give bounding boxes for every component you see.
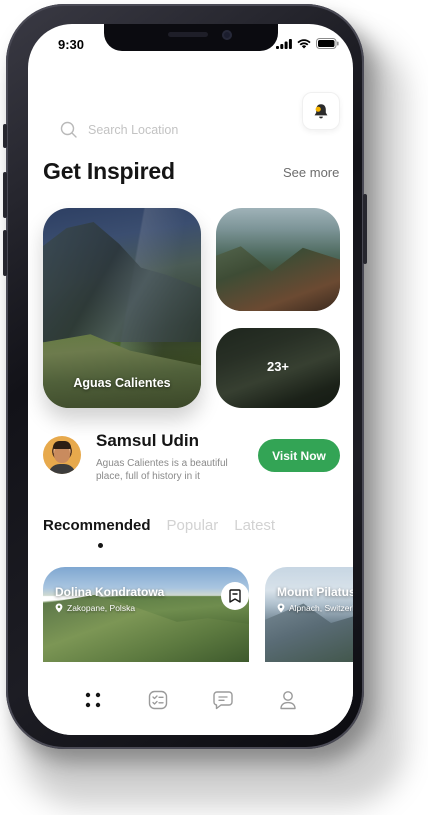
more-photos-count: 23+	[266, 359, 290, 374]
search-icon	[60, 121, 77, 138]
recommended-card[interactable]: Dolina Kondratowa Zakopane, Polska	[43, 567, 249, 662]
notch	[104, 24, 278, 51]
power-button	[363, 194, 367, 264]
bookmark-icon	[229, 589, 241, 603]
recommended-title: Mount Pilatus	[277, 585, 353, 599]
featured-destination-label: Aguas Calientes	[73, 376, 171, 390]
gallery-more-thumbnail[interactable]: 23+	[216, 328, 340, 408]
recommended-location-text: Zakopane, Polska	[67, 603, 136, 613]
recommended-location: Zakopane, Polska	[55, 603, 135, 613]
speaker-grille	[168, 32, 208, 37]
search-input[interactable]	[88, 123, 258, 137]
bell-icon	[314, 103, 328, 118]
featured-destination-card[interactable]: Aguas Calientes	[43, 208, 201, 408]
gallery-thumbnail-1[interactable]	[216, 208, 340, 311]
bookmark-button[interactable]	[221, 582, 249, 610]
volume-down-button	[3, 230, 7, 276]
recommended-location-text: Alpnach, Switzerland	[289, 603, 353, 613]
nav-home[interactable]	[80, 687, 106, 713]
avatar-shirt	[48, 464, 76, 474]
signal-icon	[276, 38, 292, 49]
phone-frame: 9:30 Search Location Get Inspired See mo…	[3, 4, 367, 749]
battery-icon	[316, 38, 339, 49]
recommended-card[interactable]: Mount Pilatus Alpnach, Switzerland	[265, 567, 353, 662]
mountain-image	[43, 222, 201, 342]
volume-up-button	[3, 172, 7, 218]
valley-image	[216, 246, 340, 311]
author-description: Aguas Calientes is a beautiful place, fu…	[96, 458, 228, 482]
nav-profile[interactable]	[275, 687, 301, 713]
status-icons	[276, 38, 339, 49]
tab-recommended[interactable]: Recommended	[43, 517, 151, 534]
wifi-icon	[297, 38, 311, 48]
nav-plans[interactable]	[145, 687, 171, 713]
see-more-link[interactable]: See more	[283, 165, 339, 180]
status-time: 9:30	[58, 37, 85, 52]
recommended-title: Dolina Kondratowa	[55, 585, 165, 599]
tab-latest[interactable]: Latest	[234, 517, 275, 534]
grid-dots-icon	[85, 692, 100, 708]
mute-switch	[3, 124, 7, 148]
chat-icon	[213, 691, 233, 710]
avatar-hair	[53, 441, 71, 449]
page-title: Get Inspired	[43, 158, 175, 184]
notification-button[interactable]	[302, 92, 340, 130]
recommended-location: Alpnach, Switzerland	[277, 603, 353, 613]
valley-image	[43, 594, 249, 662]
nav-messages[interactable]	[210, 687, 236, 713]
location-pin-icon	[55, 603, 63, 613]
active-tab-indicator	[98, 543, 103, 548]
bottom-navigation	[28, 664, 353, 735]
avatar[interactable]	[43, 436, 81, 474]
category-tabs: Recommended Popular Latest	[43, 517, 275, 534]
checklist-icon	[148, 690, 168, 710]
search-bar[interactable]	[60, 112, 340, 148]
tab-popular[interactable]: Popular	[167, 517, 219, 534]
visit-now-button[interactable]: Visit Now	[258, 439, 340, 472]
front-camera	[222, 30, 232, 40]
author-name: Samsul Udin	[96, 431, 199, 450]
app-screen: 9:30 Search Location Get Inspired See mo…	[28, 24, 353, 735]
profile-icon	[280, 691, 297, 710]
location-pin-icon	[277, 603, 285, 613]
